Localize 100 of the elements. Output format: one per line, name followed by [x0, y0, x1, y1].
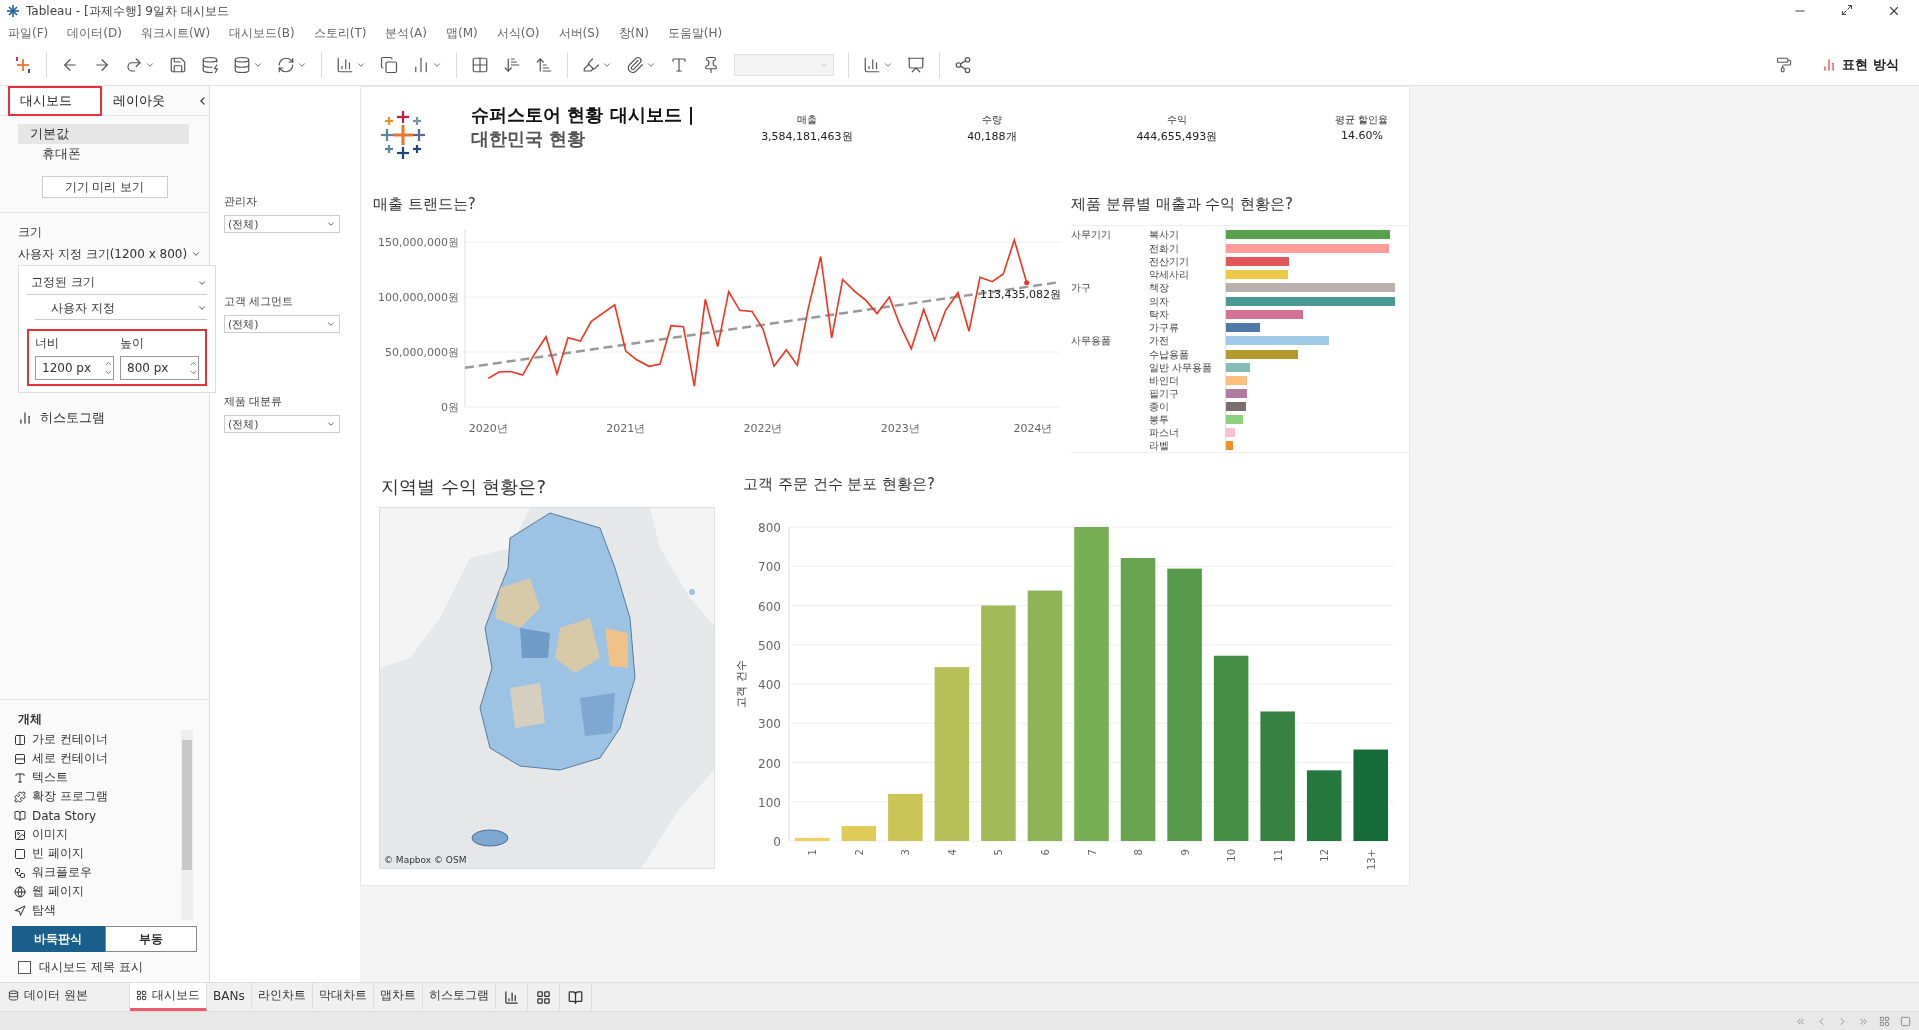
object-item[interactable]: 이미지 [14, 825, 181, 844]
menu-item[interactable]: 서버(S) [558, 24, 600, 42]
field-label: 너비 [35, 335, 60, 352]
object-item[interactable]: 세로 컨테이너 [14, 749, 181, 768]
filter-dropdown[interactable]: (전체) [224, 315, 340, 333]
device-item[interactable]: 기본값 [18, 124, 189, 144]
menu-item[interactable]: 도움말(H) [667, 24, 723, 42]
grid-view-icon[interactable] [1879, 1015, 1890, 1027]
grid-icon [136, 990, 147, 1001]
filter-dropdown[interactable]: (전체) [224, 415, 340, 433]
size-preset-dropdown[interactable]: 사용자 지정 [35, 297, 207, 320]
show-me-button[interactable]: 표현 방식 [1816, 54, 1905, 75]
panel-tab[interactable]: 대시보드 [8, 85, 103, 116]
sort-descending-icon[interactable] [535, 55, 553, 74]
share-icon[interactable] [954, 55, 972, 74]
group-label: 가구 [1071, 281, 1092, 295]
rows-icon [14, 752, 26, 765]
object-item[interactable]: 탐색 [14, 901, 181, 920]
object-item[interactable]: 텍스트 [14, 768, 181, 787]
sheet-item[interactable]: 히스토그램 [0, 408, 209, 428]
size-dropdown[interactable]: 사용자 지정 크기(1200 x 800) [0, 243, 209, 265]
square-icon [14, 847, 26, 860]
height-field[interactable]: 800 px [120, 356, 199, 380]
category-label: 종이 [1149, 400, 1170, 413]
kpi-value: 3,584,181,463원 [761, 129, 853, 144]
menu-item[interactable]: 파일(F) [8, 24, 49, 42]
close-icon[interactable] [1887, 4, 1901, 18]
caret-icon[interactable] [191, 249, 202, 259]
caret-icon[interactable] [326, 319, 336, 329]
spin-down-icon[interactable] [189, 368, 198, 377]
sheet-tab[interactable]: 라인차트 [251, 983, 313, 1011]
menu-item[interactable]: 분석(A) [385, 24, 427, 42]
object-item[interactable]: 빈 페이지 [14, 844, 181, 863]
axis-label: 2024년 [1013, 422, 1053, 435]
chart-title: 제품 분류별 매출과 수익 현황은? [1071, 195, 1295, 215]
spin-up-icon[interactable] [189, 359, 198, 368]
menu-item[interactable]: 서식(O) [496, 24, 540, 42]
axis-label: 100 [758, 795, 781, 810]
presentation-icon[interactable] [907, 55, 925, 74]
save-icon[interactable] [169, 55, 187, 74]
text-icon [14, 771, 26, 784]
axis-label: 12 [1319, 849, 1331, 862]
axis-label: 2022년 [743, 422, 783, 435]
width-field[interactable]: 1200 px [35, 356, 114, 380]
panel-tab[interactable]: 레이아웃 [102, 85, 197, 116]
filter-dropdown[interactable]: (전체) [224, 215, 340, 233]
object-item[interactable]: 확장 프로그램 [14, 787, 181, 806]
category-label: 바인더 [1149, 374, 1180, 387]
object-item[interactable]: 워크플로우 [14, 863, 181, 882]
section-heading: 크기 [17, 224, 43, 241]
histogram-bar [795, 837, 830, 841]
category-label: 필기구 [1149, 387, 1180, 400]
caret-icon[interactable] [326, 419, 336, 429]
title-checkbox[interactable]: 대시보드 제목 표시 [0, 952, 209, 982]
category-label: 봉투 [1149, 413, 1170, 426]
sheet-tab[interactable]: BANs [207, 983, 252, 1011]
layout-toggle[interactable]: 바둑판식 [12, 926, 105, 952]
menu-item[interactable]: 맵(M) [446, 24, 478, 42]
object-item[interactable]: 가로 컨테이너 [14, 730, 181, 749]
sheet-tab[interactable]: 히스토그램 [422, 983, 496, 1011]
preview-button[interactable]: 기기 미리 보기 [41, 176, 168, 198]
pin-icon[interactable] [702, 55, 720, 74]
axis-label: 50,000,000원 [385, 346, 459, 360]
category-label: 탁자 [1149, 308, 1170, 321]
label-icon[interactable] [670, 55, 688, 74]
size-mode-dropdown[interactable]: 고정된 크기 [27, 272, 207, 295]
chart-title: 매출 트랜드는? [373, 195, 477, 215]
spin-down-icon[interactable] [104, 368, 113, 377]
axis-label: 11 [1272, 849, 1284, 862]
single-view-icon[interactable] [1900, 1015, 1911, 1027]
highlight-icon[interactable] [582, 55, 600, 74]
paperclip-icon[interactable] [626, 55, 644, 74]
spin-up-icon[interactable] [104, 359, 113, 368]
layout-toggle[interactable]: 부동 [104, 926, 197, 952]
bar-chart-icon[interactable] [863, 55, 881, 74]
redo-icon[interactable] [125, 55, 143, 74]
restore-icon[interactable] [1841, 4, 1853, 16]
axis-label: 400 [758, 678, 781, 692]
menu-item[interactable]: 데이터(D) [67, 24, 122, 42]
axis-label: 8 [1133, 849, 1145, 856]
menu-item[interactable]: 창(N) [618, 24, 649, 42]
caret-icon[interactable] [326, 219, 336, 229]
menu-item[interactable]: 스토리(T) [313, 24, 367, 42]
sheet-tab[interactable]: 대시보드 [130, 983, 207, 1011]
database-icon[interactable] [233, 55, 251, 74]
refresh-icon[interactable] [277, 55, 295, 74]
dashboard-title: 슈퍼스토어 현황 대시보드 | [471, 103, 695, 127]
format-icon[interactable] [1776, 56, 1793, 73]
object-item[interactable]: Data Story [14, 806, 181, 825]
axis-label: 10 [1226, 849, 1238, 862]
sort-ascending-icon[interactable] [503, 55, 521, 74]
menu-item[interactable]: 워크시트(W) [140, 24, 211, 42]
kpi-label: 수익 [1166, 113, 1187, 127]
sheet-tab[interactable]: 막대차트 [312, 983, 374, 1011]
duplicate-icon[interactable] [380, 55, 398, 74]
device-item[interactable]: 휴대폰 [18, 144, 189, 164]
object-item[interactable]: 웹 페이지 [14, 882, 181, 901]
tableau-logo-icon[interactable] [14, 55, 32, 74]
menu-item[interactable]: 대시보드(B) [229, 24, 295, 42]
sheet-tab[interactable]: 맵차트 [373, 983, 423, 1011]
